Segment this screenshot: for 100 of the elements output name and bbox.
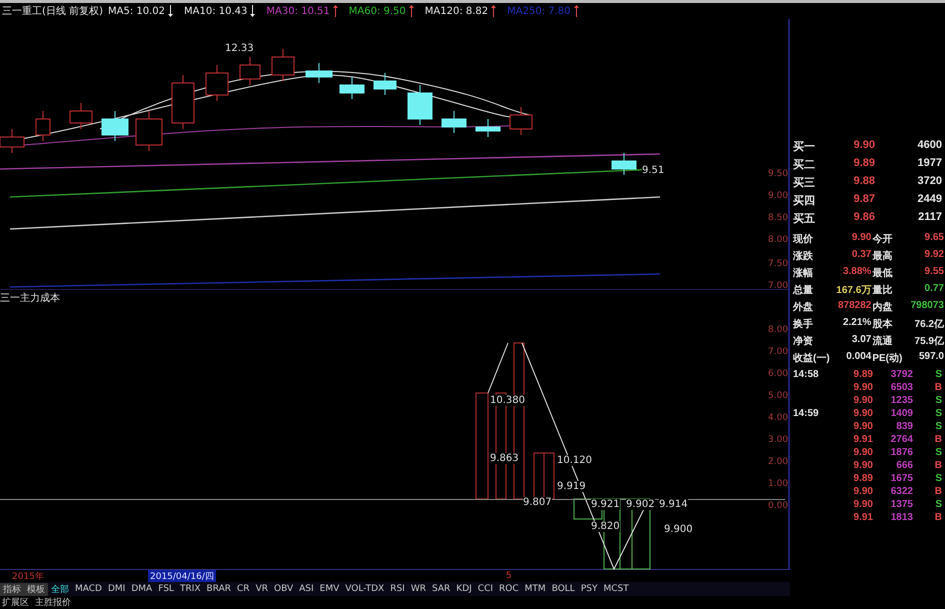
status-text: 主胜报价 [35, 596, 71, 609]
price-label: 12.33 [225, 43, 254, 54]
indicator-button[interactable]: BOLL [548, 582, 578, 596]
indicator-button[interactable]: OBV [270, 582, 296, 596]
stat-value: 9.92 [924, 249, 944, 262]
moving-average-label: MA120: 8.82 [424, 6, 488, 16]
stat-label: 最低 [872, 266, 894, 280]
candlestick [340, 76, 364, 100]
axis-label: 8.50 [768, 213, 788, 223]
trade-volume: 1675 [890, 473, 913, 484]
indicator-button[interactable]: MTM [522, 582, 549, 596]
candlestick [374, 72, 396, 96]
stat-value: 76.2亿 [914, 318, 944, 331]
indicator-button[interactable]: KDJ [453, 582, 475, 596]
indicator-button[interactable]: FSL [155, 582, 177, 596]
candlestick [442, 110, 466, 134]
axis-label: 6.00 [768, 369, 788, 379]
trade-price: 9.90 [852, 408, 873, 419]
indicator-button[interactable]: VOL-TDX [342, 582, 388, 596]
indicator-button[interactable]: WR [408, 582, 429, 596]
trade-volume: 2764 [890, 434, 913, 445]
candlestick [408, 84, 432, 126]
candlestick [272, 48, 294, 82]
status-text: 扩展区 [2, 596, 29, 609]
axis-label: 9.00 [768, 191, 788, 201]
bid-volume: 2117 [917, 211, 942, 225]
candlestick [102, 110, 128, 142]
bid-price: 9.90 [852, 139, 875, 153]
indicator-button[interactable]: DMA [128, 582, 156, 596]
trade-price: 9.90 [852, 499, 873, 510]
indicator-button[interactable]: BRAR [204, 582, 234, 596]
candlestick [70, 102, 92, 130]
axis-label: 7.00 [768, 281, 788, 291]
trade-price: 9.90 [852, 486, 873, 497]
cost-label: 10.380 [490, 395, 525, 406]
stat-value: 3.07 [850, 334, 872, 347]
toolbar-tab[interactable]: 模板 [24, 582, 48, 596]
chart-title: 三一重工(日线 前复权) [2, 4, 103, 18]
stat-value: 597.0 [918, 351, 944, 364]
indicator-button[interactable]: MACD [72, 582, 105, 596]
indicator-button[interactable]: ASI [296, 582, 317, 596]
stat-value: 9.55 [924, 266, 944, 279]
bid-volume: 2449 [916, 193, 942, 207]
cost-label: 9.914 [659, 499, 688, 510]
toolbar-tab[interactable]: 指标 [0, 582, 24, 596]
stat-value: 0.004 [845, 351, 872, 364]
bid-label: 买二 [793, 158, 816, 172]
indicator-button[interactable]: CCI [474, 582, 496, 596]
indicator-button[interactable]: PSY [578, 582, 600, 596]
cost-bar [544, 452, 554, 500]
trade-side: S [934, 473, 942, 484]
trade-side: S [934, 408, 942, 419]
candlestick [476, 118, 500, 138]
bid-volume: 1977 [916, 157, 942, 171]
moving-average-label: MA10: 10.43 [184, 6, 248, 16]
trade-volume: 1235 [890, 395, 913, 406]
bid-price: 9.88 [852, 175, 875, 189]
axis-label: 4.00 [768, 413, 788, 423]
indicator-button[interactable]: MCST [600, 582, 632, 596]
trade-side: B [934, 382, 942, 393]
stat-label: 总量 [793, 284, 814, 297]
moving-average-label: MA60: 9.50 [348, 6, 406, 16]
trade-time: 14:58 [793, 369, 820, 380]
trade-side: B [934, 512, 942, 523]
stat-value: 9.65 [924, 232, 944, 245]
indicator-button[interactable]: EMV [316, 582, 342, 596]
axis-label: 7.50 [768, 259, 788, 269]
stat-value: 167.6万 [835, 284, 872, 297]
cost-label: 9.921 [591, 499, 620, 510]
indicator-button[interactable]: VR [252, 582, 271, 596]
bid-label: 买四 [793, 194, 816, 208]
axis-label: 9.50 [768, 169, 788, 179]
indicator-button[interactable]: RSI [387, 582, 408, 596]
indicator-button[interactable]: CR [234, 582, 253, 596]
trade-price: 9.90 [852, 382, 873, 393]
cost-label: 9.902 [626, 499, 655, 510]
trade-volume: 1375 [890, 499, 913, 510]
candlestick [510, 106, 532, 136]
moving-average-label: MA30: 10.51 [266, 6, 330, 16]
candlestick [306, 62, 332, 84]
bid-price: 9.87 [852, 193, 875, 207]
stat-value: 2.21% [842, 317, 872, 330]
trade-time: 14:59 [793, 408, 820, 419]
trade-volume: 1813 [890, 512, 913, 523]
indicator-button[interactable]: SAR [429, 582, 454, 596]
bid-price: 9.89 [852, 157, 875, 171]
indicator-button[interactable]: DMI [104, 582, 128, 596]
candlestick [36, 110, 50, 142]
indicator-button[interactable]: TRIX [176, 582, 204, 596]
stat-label: 涨跌 [793, 250, 814, 263]
trade-side: S [934, 421, 942, 432]
indicator-button[interactable]: 全部 [48, 582, 72, 596]
indicator-button[interactable]: ROC [496, 582, 522, 596]
axis-label: 7.00 [768, 347, 788, 357]
axis-label: 2.00 [768, 457, 788, 467]
bid-label: 买五 [793, 212, 816, 226]
candlestick [240, 56, 260, 86]
stat-label: 内盘 [872, 300, 894, 314]
axis-label: 3.00 [768, 435, 788, 445]
candlestick [136, 110, 162, 152]
